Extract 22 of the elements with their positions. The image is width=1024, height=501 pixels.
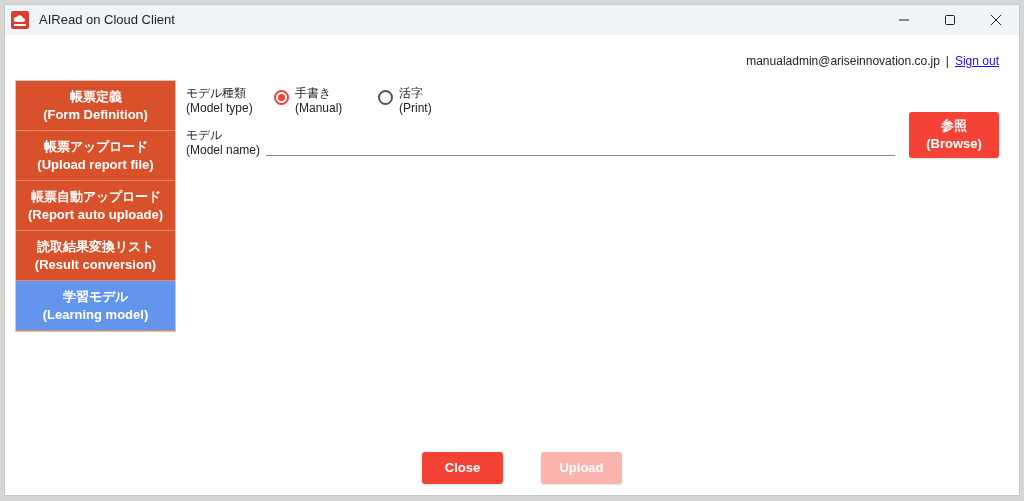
nav-item[interactable]: 帳票定義 (Form Definition) (16, 81, 175, 131)
user-email: manualadmin@ariseinnovation.co.jp (746, 53, 940, 70)
radio-option[interactable]: 活字 (Print) (378, 86, 474, 116)
model-name-label: モデル (Model name) (186, 128, 261, 158)
nav-item[interactable]: 学習モデル (Learning model) (16, 281, 175, 331)
nav-item[interactable]: 帳票自動アップロード (Report auto uploade) (16, 181, 175, 231)
cloud-logo-icon (11, 11, 29, 29)
nav-item[interactable]: 読取結果変換リスト (Result conversion) (16, 231, 175, 281)
radio-label: 活字 (Print) (399, 86, 432, 116)
radio-label: 手書き (Manual) (295, 86, 343, 116)
sign-out-link[interactable]: Sign out (954, 52, 999, 70)
close-button[interactable]: Close (422, 452, 503, 484)
close-icon[interactable] (991, 15, 1001, 25)
window-title: AIRead on Cloud Client (39, 11, 175, 30)
browse-button[interactable]: 参照 (Browse) (909, 112, 999, 158)
nav-item[interactable]: 帳票アップロード (Upload report file) (16, 131, 175, 181)
radio-button[interactable] (274, 90, 289, 105)
maximize-icon[interactable] (945, 15, 955, 25)
radio-option[interactable]: 手書き (Manual) (274, 86, 370, 116)
radio-button[interactable] (378, 90, 393, 105)
separator: | (945, 53, 949, 70)
model-type-label: モデル種類 (Model type) (186, 86, 254, 116)
